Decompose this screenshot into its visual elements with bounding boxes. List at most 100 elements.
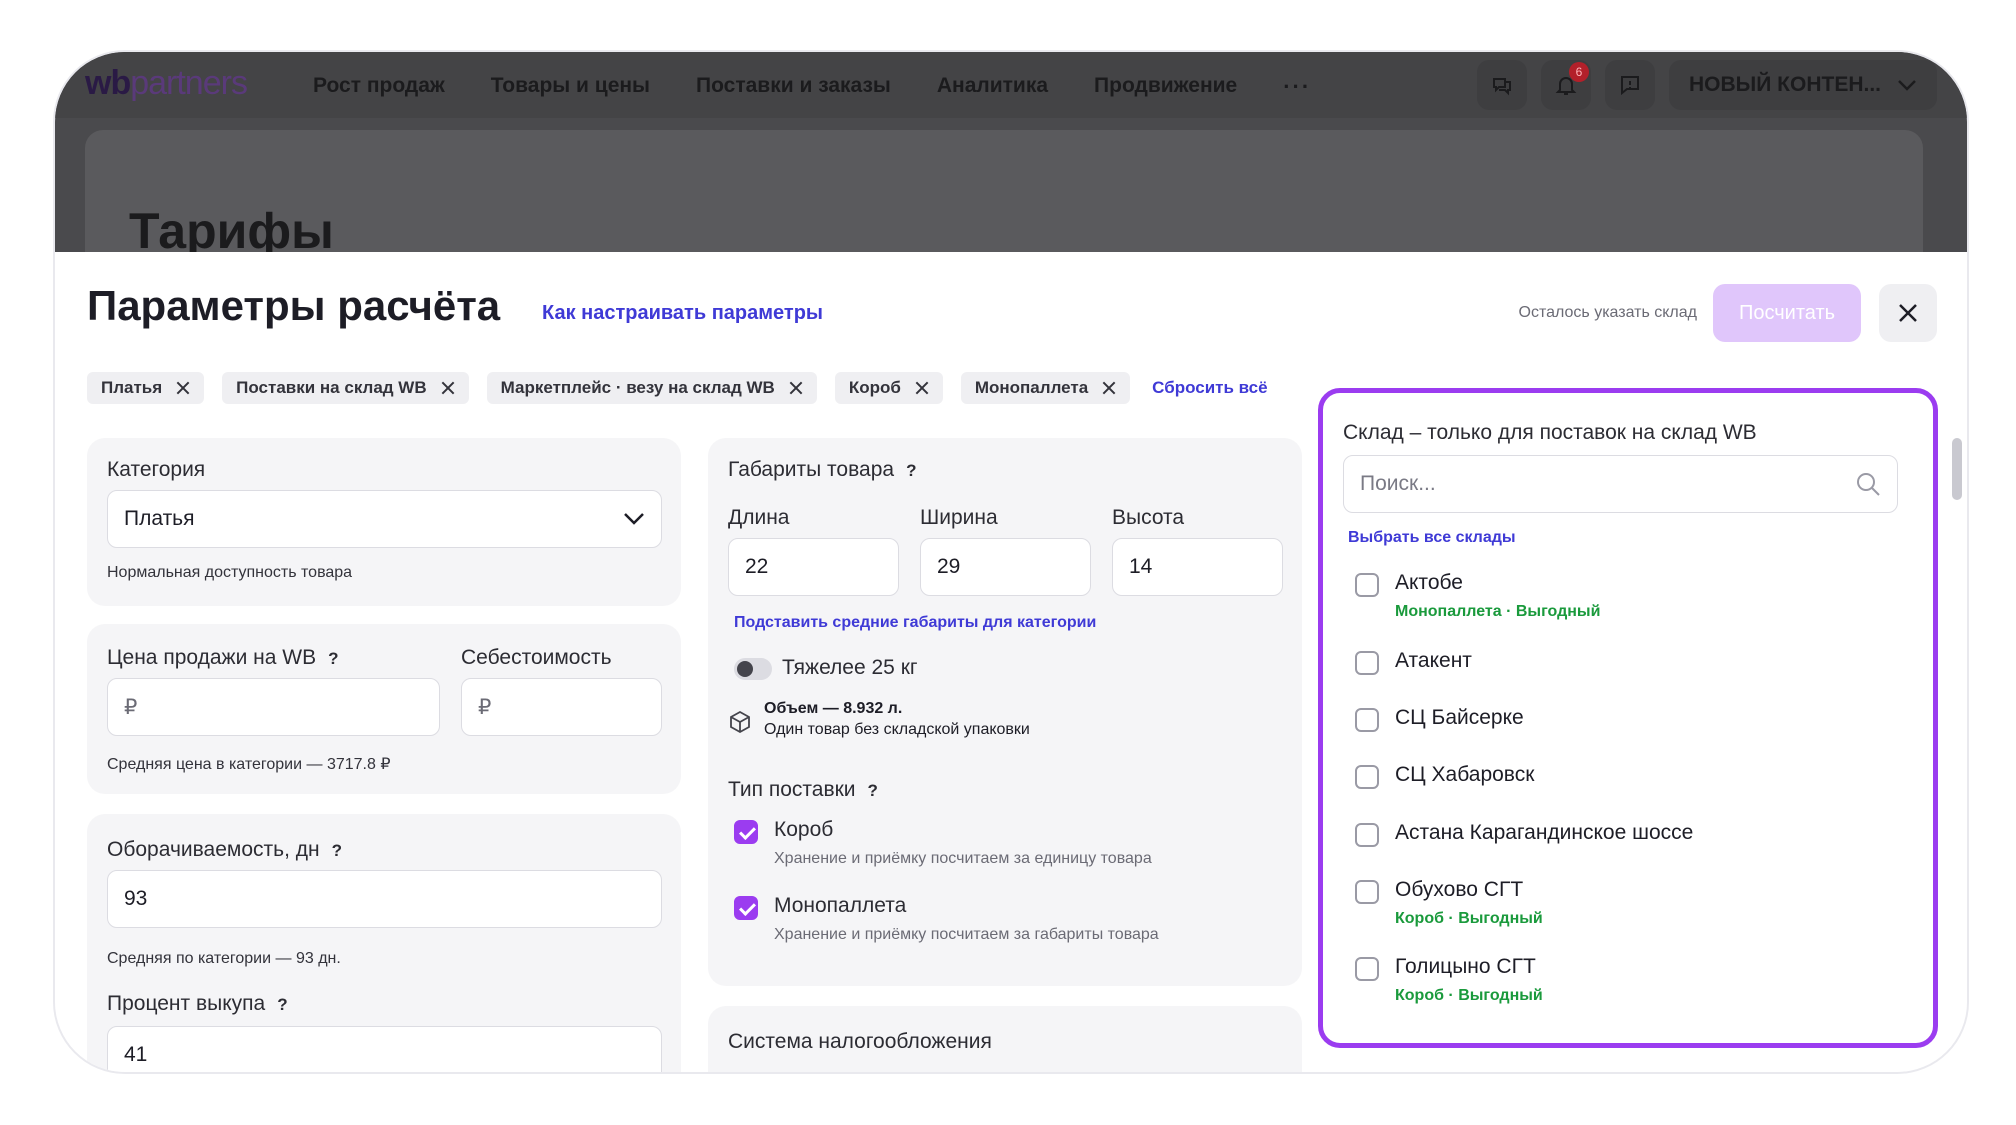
calculate-button[interactable]: Посчитать [1713, 284, 1861, 342]
warehouse-panel: Склад – только для поставок на склад WB … [1318, 388, 1938, 1048]
warehouse-checkbox[interactable] [1355, 573, 1379, 597]
calculation-params-modal: Параметры расчёта Как настраивать параме… [55, 252, 1967, 1072]
heavy-label: Тяжелее 25 кг [782, 656, 918, 679]
warehouse-tag: Монопаллета · Выгодный [1395, 603, 1601, 620]
chip-marketplace[interactable]: Маркетплейс · везу на склад WB [486, 372, 817, 404]
app-window: wbpartners Рост продаж Товары и цены Пос… [55, 52, 1967, 1072]
category-label: Категория [107, 458, 206, 481]
height-input[interactable]: 14 [1112, 538, 1283, 596]
nav-item-sales-growth[interactable]: Рост продаж [313, 74, 445, 100]
warehouse-checkbox[interactable] [1355, 957, 1379, 981]
width-input[interactable]: 29 [920, 538, 1091, 596]
currency-symbol: ₽ [124, 695, 138, 719]
heavy-toggle[interactable] [734, 658, 772, 680]
turnover-panel: Оборачиваемость, дн? 93 Средняя по катег… [87, 814, 681, 1072]
chat-icon[interactable] [1477, 60, 1528, 110]
missing-warehouse-hint: Осталось указать склад [1518, 304, 1698, 321]
tax-label: Система налогообложения [728, 1030, 992, 1053]
help-question-icon[interactable]: ? [332, 841, 342, 860]
warehouse-search-input[interactable]: Поиск... [1343, 455, 1898, 513]
nav-item-analytics[interactable]: Аналитика [937, 74, 1048, 100]
main-nav: Рост продаж Товары и цены Поставки и зак… [313, 74, 1311, 100]
warehouse-title: Склад – только для поставок на склад WB [1343, 421, 1757, 444]
supply-box-desc: Хранение и приёмку посчитаем за единицу … [774, 850, 1152, 867]
supply-type-label: Тип поставки? [728, 778, 878, 801]
price-label: Цена продажи на WB? [107, 646, 339, 669]
cost-label: Себестоимость [461, 646, 612, 669]
warehouse-checkbox[interactable] [1355, 880, 1379, 904]
select-all-warehouses-link[interactable]: Выбрать все склады [1348, 529, 1516, 547]
volume-note: Один товар без складской упаковки [764, 721, 1030, 738]
length-input[interactable]: 22 [728, 538, 899, 596]
modal-title: Параметры расчёта [87, 282, 501, 329]
warehouse-tag: Короб · Выгодный [1395, 987, 1543, 1004]
search-placeholder: Поиск... [1360, 472, 1436, 495]
supply-monopallet-desc: Хранение и приёмку посчитаем за габариты… [774, 926, 1159, 943]
width-label: Ширина [920, 506, 998, 529]
modal-scrollbar[interactable] [1952, 438, 1962, 500]
buyout-label: Процент выкупа? [107, 992, 288, 1015]
category-panel: Категория Платья Нормальная доступность … [87, 438, 681, 606]
dimensions-label: Габариты товара? [728, 458, 917, 481]
nav-item-products-prices[interactable]: Товары и цены [491, 74, 650, 100]
warehouse-checkbox[interactable] [1355, 823, 1379, 847]
help-question-icon[interactable]: ? [868, 781, 878, 800]
height-label: Высота [1112, 506, 1185, 529]
chip-remove-icon[interactable] [176, 381, 190, 395]
account-name: НОВЫЙ КОНТЕН... [1689, 73, 1881, 96]
help-link[interactable]: Как настраивать параметры [542, 302, 823, 325]
supply-monopallet-name: Монопаллета [774, 894, 907, 917]
chip-remove-icon[interactable] [1102, 381, 1116, 395]
category-select[interactable]: Платья [107, 490, 662, 548]
wbpartners-logo[interactable]: wbpartners [85, 64, 248, 103]
help-question-icon[interactable]: ? [906, 461, 916, 480]
bell-icon[interactable]: 6 [1541, 60, 1592, 110]
chip-monopallet[interactable]: Монопаллета [960, 372, 1131, 404]
background-card [85, 130, 1923, 270]
warehouse-checkbox[interactable] [1355, 708, 1379, 732]
chip-wb-warehouse-supply[interactable]: Поставки на склад WB [222, 372, 469, 404]
filter-chips: Платья Поставки на склад WB Маркетплейс … [87, 372, 1268, 404]
currency-symbol: ₽ [478, 695, 492, 719]
checkbox-box[interactable] [734, 820, 758, 844]
category-note: Нормальная доступность товара [107, 564, 353, 581]
volume-value: Объем — 8.932 л. [764, 700, 903, 717]
chevron-down-icon [624, 513, 644, 525]
close-button[interactable] [1879, 284, 1937, 342]
background-app: wbpartners Рост продаж Товары и цены Пос… [55, 52, 1967, 270]
cost-input[interactable]: ₽ [461, 678, 662, 736]
warehouse-tag: Короб · Выгодный [1395, 910, 1543, 927]
top-actions: 6 НОВЫЙ КОНТЕН... [1477, 60, 1937, 110]
turnover-label: Оборачиваемость, дн? [107, 838, 342, 861]
buyout-input[interactable]: 41 [107, 1026, 662, 1072]
search-icon [1857, 473, 1880, 496]
warehouse-checkbox[interactable] [1355, 765, 1379, 789]
nav-more-icon[interactable]: ··· [1283, 74, 1311, 100]
price-note: Средняя цена в категории — 3717.8 ₽ [107, 756, 391, 773]
chip-box[interactable]: Короб [834, 372, 943, 404]
chip-dresses[interactable]: Платья [87, 372, 205, 404]
chip-remove-icon[interactable] [789, 381, 803, 395]
help-question-icon[interactable]: ? [277, 995, 287, 1014]
help-question-icon[interactable]: ? [328, 649, 338, 668]
box-icon [730, 710, 750, 734]
turnover-input[interactable]: 93 [107, 870, 662, 928]
top-navigation: wbpartners Рост продаж Товары и цены Пос… [55, 52, 1967, 118]
chip-remove-icon[interactable] [441, 381, 455, 395]
nav-item-supplies-orders[interactable]: Поставки и заказы [696, 74, 891, 100]
chevron-down-icon [1898, 80, 1916, 91]
tax-panel: Система налогообложения [708, 1006, 1302, 1072]
turnover-note: Средняя по категории — 93 дн. [107, 950, 341, 967]
checkbox-monopallet[interactable] [734, 896, 758, 920]
notification-badge: 6 [1569, 62, 1590, 82]
price-input[interactable]: ₽ [107, 678, 440, 736]
close-icon [1899, 304, 1917, 322]
chip-remove-icon[interactable] [915, 381, 929, 395]
feedback-icon[interactable] [1605, 60, 1656, 110]
warehouse-checkbox[interactable] [1355, 651, 1379, 675]
dimensions-panel: Габариты товара? Длина Ширина Высота 22 … [708, 438, 1302, 986]
average-dimensions-link[interactable]: Подставить средние габариты для категори… [734, 614, 1096, 632]
account-menu[interactable]: НОВЫЙ КОНТЕН... [1669, 60, 1937, 110]
reset-all-link[interactable]: Сбросить всё [1152, 378, 1267, 398]
nav-item-promotion[interactable]: Продвижение [1094, 74, 1237, 100]
